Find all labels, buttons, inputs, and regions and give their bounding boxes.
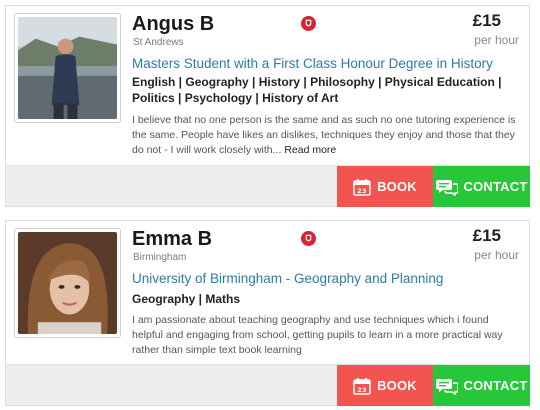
contact-label: CONTACT	[463, 179, 528, 194]
calendar-icon: 23	[353, 178, 371, 196]
chat-bubble-icon	[435, 377, 458, 395]
calendar-icon: 23	[353, 377, 371, 395]
tutor-location: Birmingham	[133, 252, 187, 263]
tutor-headline[interactable]: University of Birmingham - Geography and…	[132, 271, 443, 286]
price-unit: per hour	[474, 33, 519, 47]
tutor-location: St Andrews	[133, 37, 184, 48]
price: £15	[472, 11, 501, 30]
tutor-headline[interactable]: Masters Student with a First Class Honou…	[132, 56, 493, 71]
tutor-photo-image	[18, 232, 117, 334]
read-more-link[interactable]: Read more	[284, 144, 336, 156]
tutor-photo[interactable]	[14, 13, 121, 123]
tutor-card: Emma B Birmingham £15 per hour Universit…	[5, 220, 530, 406]
contact-button[interactable]: CONTACT	[433, 166, 530, 207]
book-label: BOOK	[377, 179, 417, 194]
book-button[interactable]: 23 BOOK	[337, 166, 433, 207]
action-bar: 23 BOOK CONTACT	[6, 165, 530, 207]
university-crest-icon	[301, 231, 316, 246]
subject-list: Geography | Maths	[132, 292, 241, 306]
tutor-card: Angus B St Andrews £15 per hour Masters …	[5, 5, 530, 207]
tutor-name[interactable]: Angus B	[132, 13, 214, 36]
action-bar: 23 BOOK CONTACT	[6, 364, 530, 406]
book-label: BOOK	[377, 378, 417, 393]
tutor-name[interactable]: Emma B	[132, 228, 212, 251]
tutor-photo-image	[18, 17, 117, 119]
book-button[interactable]: 23 BOOK	[337, 365, 433, 406]
chat-bubble-icon	[435, 178, 458, 196]
university-crest-icon	[301, 16, 316, 31]
calendar-day: 23	[357, 187, 366, 195]
tutor-photo[interactable]	[14, 228, 121, 338]
price: £15	[472, 226, 501, 245]
price-unit: per hour	[474, 248, 519, 262]
tutor-bio: I am passionate about teaching geography…	[132, 314, 503, 356]
tutor-bio: I believe that no one person is the same…	[132, 113, 522, 158]
contact-label: CONTACT	[463, 378, 528, 393]
calendar-day: 23	[357, 386, 366, 394]
subject-list: English | Geography | History | Philosop…	[132, 75, 502, 105]
contact-button[interactable]: CONTACT	[433, 365, 530, 406]
